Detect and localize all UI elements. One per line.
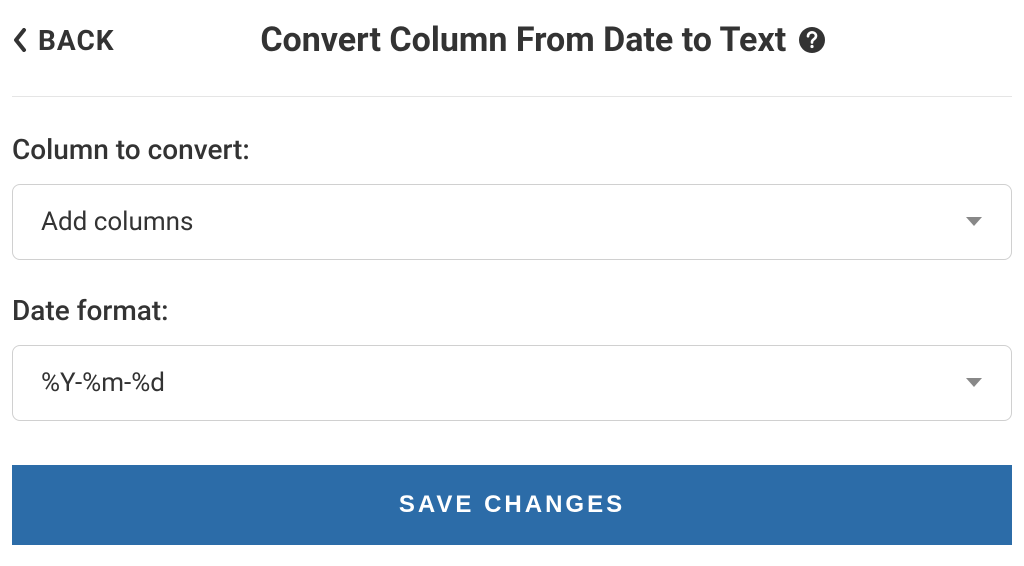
help-icon[interactable] — [798, 26, 826, 54]
column-select[interactable]: Add columns — [12, 184, 1012, 260]
column-field-group: Column to convert: Add columns — [12, 133, 1012, 260]
chevron-left-icon — [12, 28, 28, 52]
page-header: BACK Convert Column From Date to Text — [12, 20, 1012, 97]
caret-down-icon — [965, 377, 983, 389]
date-format-select-value: %Y-%m-%d — [41, 368, 165, 398]
column-select-value: Add columns — [41, 207, 193, 237]
caret-down-icon — [965, 216, 983, 228]
date-format-select[interactable]: %Y-%m-%d — [12, 345, 1012, 421]
date-format-field-group: Date format: %Y-%m-%d — [12, 294, 1012, 421]
column-label: Column to convert: — [12, 133, 1012, 166]
page-title-wrap: Convert Column From Date to Text — [75, 20, 1012, 60]
date-format-label: Date format: — [12, 294, 1012, 327]
save-changes-button[interactable]: SAVE CHANGES — [12, 465, 1012, 545]
page-title: Convert Column From Date to Text — [260, 20, 786, 60]
